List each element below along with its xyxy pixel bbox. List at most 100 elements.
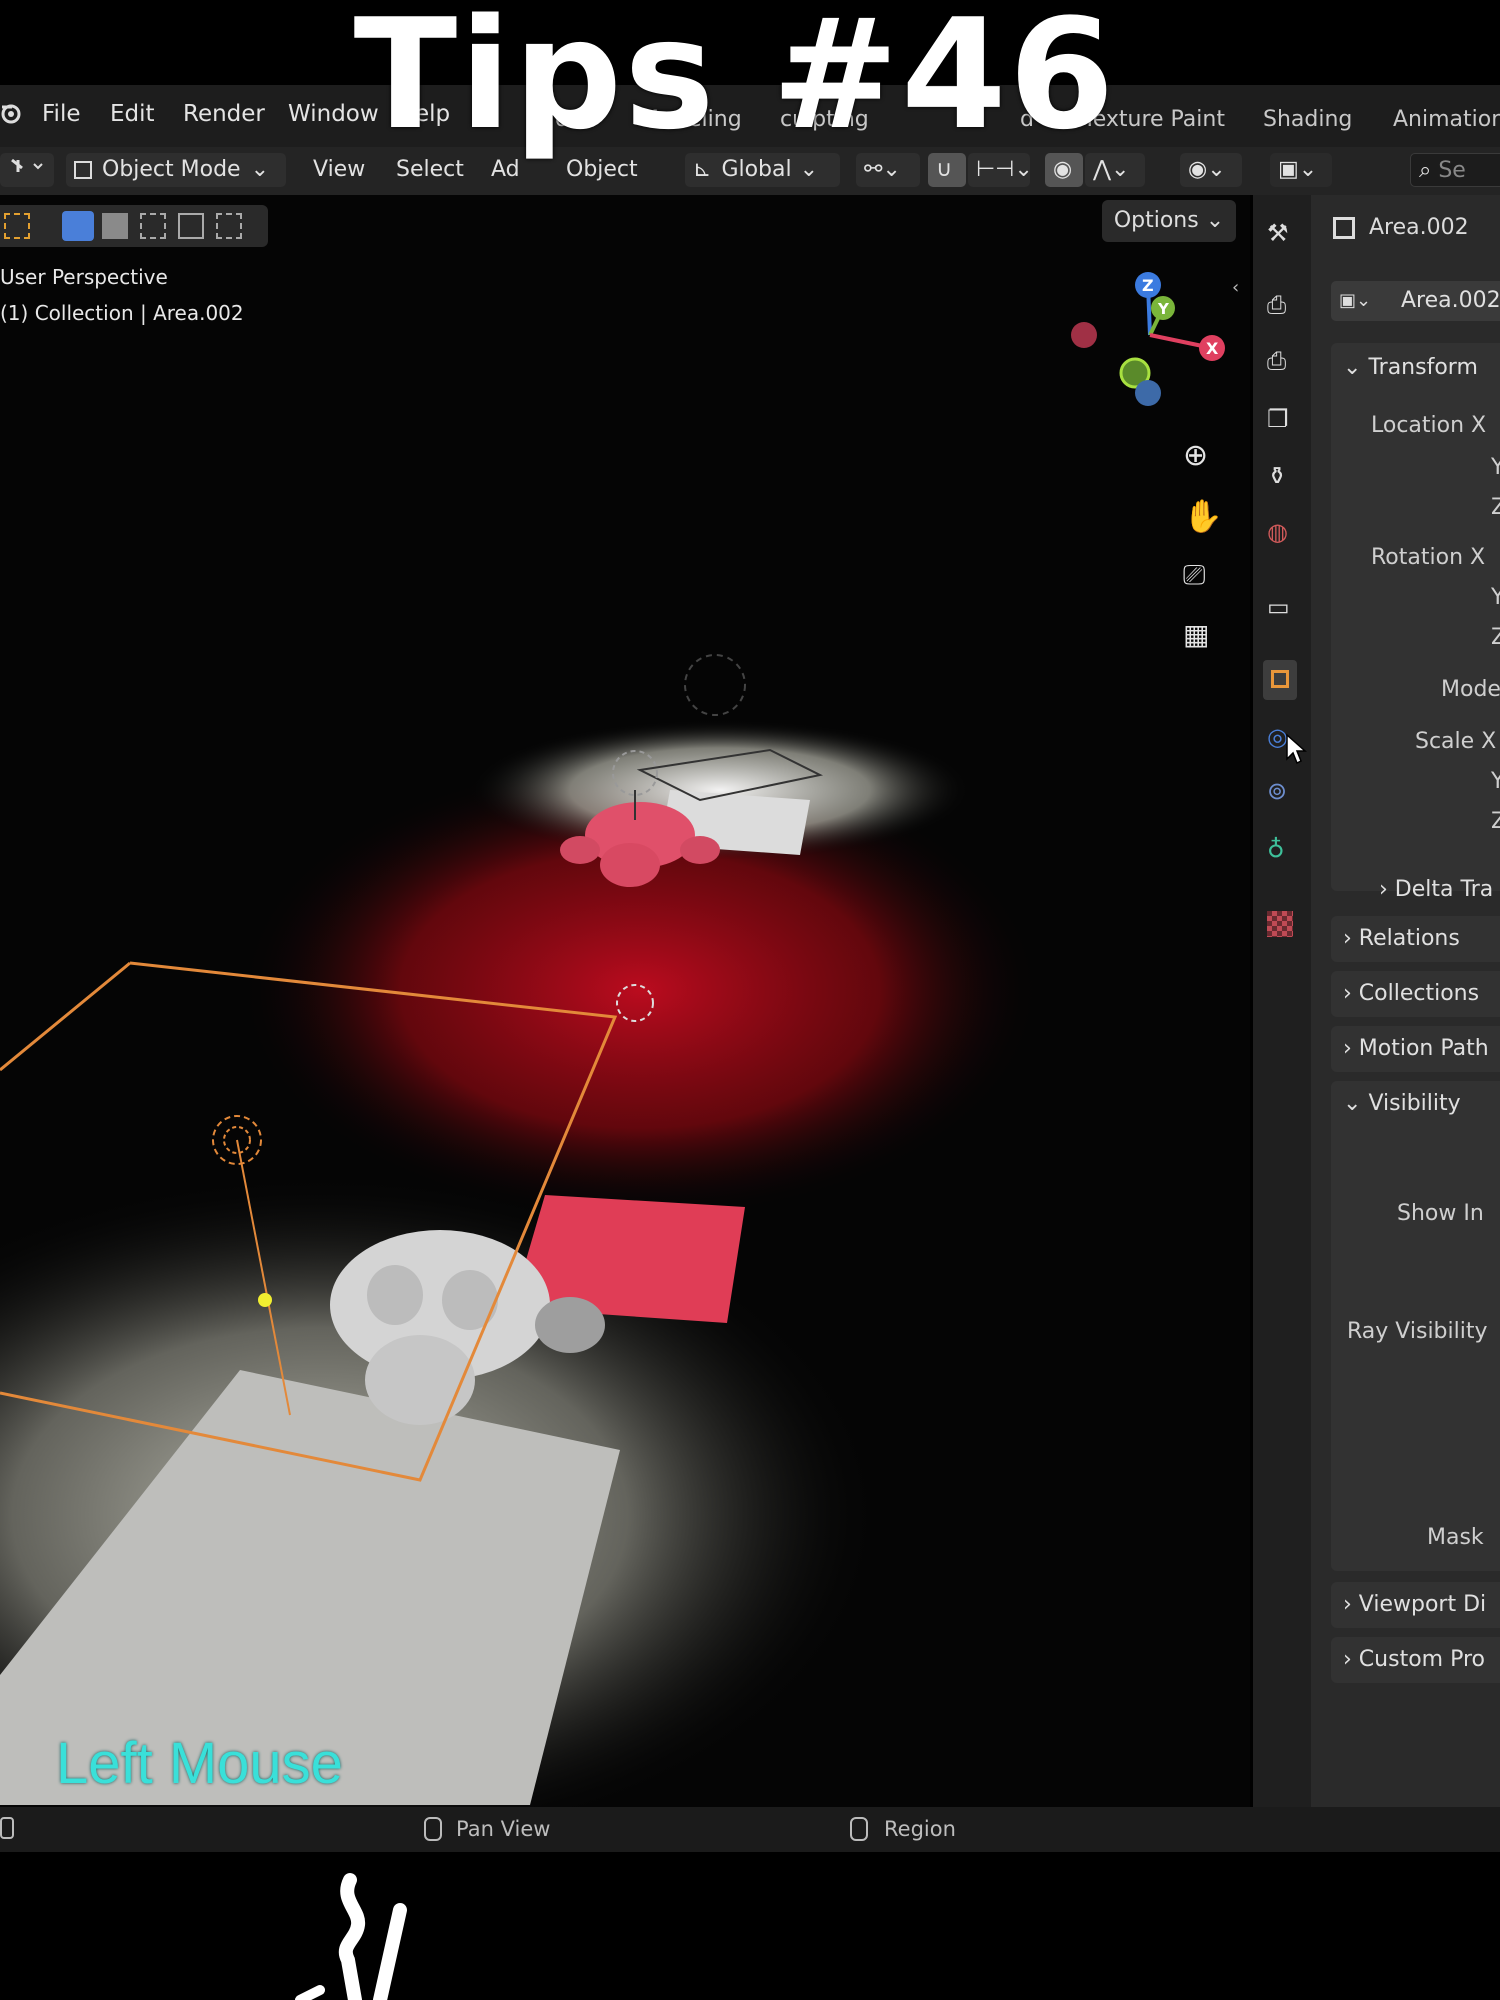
viewport-collection-label: (1) Collection | Area.002 bbox=[0, 301, 244, 325]
white-suzanne-ear bbox=[535, 1297, 605, 1353]
object-properties-tab[interactable] bbox=[1263, 660, 1297, 700]
mode-label: Object Mode bbox=[102, 157, 241, 182]
visibility-dropdown[interactable]: ◉⌄ bbox=[1180, 153, 1242, 187]
white-suzanne-chin bbox=[365, 1335, 475, 1425]
collection-icon[interactable]: ▭ bbox=[1267, 593, 1297, 623]
gizmo-y-label: Y bbox=[1157, 300, 1170, 318]
relations-label: Relations bbox=[1358, 926, 1460, 951]
pan-view-hint: Pan View bbox=[456, 1817, 551, 1841]
toggle-icon: ▣⌄ bbox=[1278, 157, 1318, 182]
gizmo-x-label: X bbox=[1206, 339, 1219, 358]
select-tool-bar bbox=[0, 205, 268, 247]
properties-editor: Area.002 ▣⌄ Area.002 ⌄ Transform Locatio… bbox=[1311, 195, 1500, 1807]
chevron-down-icon: ⌄ bbox=[250, 157, 270, 182]
mode-dropdown[interactable]: Object Mode ⌄ bbox=[66, 153, 286, 187]
delta-transform-label: Delta Tra bbox=[1394, 877, 1494, 902]
visibility-label: Visibility bbox=[1368, 1091, 1461, 1116]
navigation-gizmo[interactable]: Z Y X bbox=[1060, 265, 1240, 415]
world-icon[interactable]: ◍ bbox=[1267, 518, 1297, 548]
object-data-selector[interactable]: ▣⌄ Area.002 bbox=[1331, 281, 1500, 321]
motion-paths-panel[interactable]: › Motion Path bbox=[1331, 1026, 1500, 1072]
gizmo-z-label: Z bbox=[1142, 276, 1154, 295]
scale-x-label: Scale X bbox=[1415, 729, 1497, 754]
visibility-header[interactable]: ⌄ Visibility bbox=[1343, 1091, 1461, 1116]
sidebar-toggle-icon[interactable]: ‹ bbox=[1232, 277, 1239, 298]
object-name[interactable]: Area.002 bbox=[1369, 215, 1469, 240]
chevron-right-icon: › bbox=[1379, 877, 1395, 902]
chevron-down-icon: ⌄ bbox=[1343, 1091, 1369, 1116]
view-layer-icon[interactable]: ❐ bbox=[1267, 405, 1297, 435]
select-intersect-icon[interactable] bbox=[216, 213, 242, 239]
delta-transform-subpanel[interactable]: › Delta Tra bbox=[1379, 877, 1493, 902]
area-light-edge bbox=[0, 961, 131, 1072]
chevron-right-icon: › bbox=[1343, 926, 1359, 951]
chevron-right-icon: › bbox=[1343, 1036, 1359, 1061]
white-suzanne-eye-left bbox=[367, 1265, 423, 1325]
zoom-icon[interactable]: ⊕ bbox=[1183, 438, 1208, 473]
rotation-x-label: Rotation X bbox=[1371, 545, 1486, 570]
display-mode-dropdown[interactable]: ▣⌄ bbox=[1270, 153, 1332, 187]
cursor-tool-icon[interactable] bbox=[4, 213, 30, 239]
viewport-display-panel[interactable]: › Viewport Di bbox=[1331, 1582, 1500, 1628]
physics-icon[interactable]: ⊚ bbox=[1267, 777, 1297, 807]
light-data-icon[interactable]: ♁ bbox=[1267, 835, 1297, 865]
white-suzanne-eye-right bbox=[442, 1270, 498, 1330]
data-type-dropdown-icon[interactable]: ▣⌄ bbox=[1339, 290, 1371, 311]
select-subtract-icon[interactable] bbox=[140, 213, 166, 239]
properties-tab-column: ⚒ ⎙ ⎙ ❐ ⚱ ◍ ▭ ◎ ⊚ ♁ bbox=[1253, 195, 1311, 1807]
object-name-row: Area.002 bbox=[1333, 215, 1469, 240]
light-handle[interactable] bbox=[258, 1293, 272, 1307]
location-y-label: Y bbox=[1491, 455, 1500, 480]
collections-label: Collections bbox=[1358, 981, 1480, 1006]
location-z-label: Z bbox=[1491, 495, 1500, 520]
right-mouse-icon bbox=[850, 1817, 868, 1841]
top-light-icon bbox=[684, 654, 746, 716]
location-x-label: Location X bbox=[1371, 413, 1487, 438]
options-dropdown[interactable]: Options ⌄ bbox=[1102, 200, 1236, 242]
gizmo-neg-z[interactable] bbox=[1135, 380, 1161, 406]
collections-panel[interactable]: › Collections bbox=[1331, 971, 1500, 1017]
red-suzanne-ear-left bbox=[560, 836, 600, 864]
search-field[interactable]: ⌕ Se bbox=[1410, 153, 1500, 187]
eye-icon: ◉⌄ bbox=[1188, 157, 1226, 182]
viewport-perspective-label: User Perspective bbox=[0, 265, 168, 289]
rotation-z-label: Z bbox=[1491, 625, 1500, 650]
object-type-icon bbox=[1333, 217, 1355, 239]
pan-hand-icon[interactable]: ✋ bbox=[1183, 497, 1223, 535]
relations-panel[interactable]: › Relations bbox=[1331, 916, 1500, 962]
camera-view-icon[interactable]: ⎚ bbox=[1183, 558, 1205, 592]
object-icon bbox=[1271, 670, 1289, 688]
red-suzanne-chin bbox=[600, 843, 660, 887]
scale-y-label: Y bbox=[1491, 769, 1500, 794]
mouse-cursor-icon bbox=[1286, 733, 1307, 765]
select-invert-icon[interactable] bbox=[178, 213, 204, 239]
object-mode-icon bbox=[74, 161, 92, 179]
search-placeholder: Se bbox=[1438, 158, 1466, 183]
ray-visibility-label: Ray Visibility bbox=[1347, 1319, 1488, 1344]
ortho-grid-icon[interactable]: ▦ bbox=[1183, 618, 1209, 651]
left-mouse-icon bbox=[0, 1817, 14, 1839]
custom-properties-label: Custom Pro bbox=[1358, 1647, 1485, 1672]
select-new-icon[interactable] bbox=[62, 211, 94, 241]
3d-viewport[interactable]: Options ⌄ User Perspective (1) Collectio… bbox=[0, 195, 1250, 1807]
transform-label: Transform bbox=[1368, 355, 1478, 380]
key-overlay-left-mouse: Left Mouse bbox=[56, 1731, 343, 1796]
editor-type-dropdown[interactable] bbox=[0, 153, 54, 187]
chevron-right-icon: › bbox=[1343, 1647, 1359, 1672]
texture-icon[interactable] bbox=[1267, 911, 1293, 937]
transform-header[interactable]: ⌄ Transform bbox=[1343, 355, 1478, 380]
region-hint: Region bbox=[884, 1817, 956, 1841]
status-bar: Pan View Region bbox=[0, 1807, 1500, 1852]
gizmo-neg-x[interactable] bbox=[1071, 322, 1097, 348]
custom-properties-panel[interactable]: › Custom Pro bbox=[1331, 1637, 1500, 1683]
chevron-down-icon: ⌄ bbox=[1343, 355, 1369, 380]
select-extend-icon[interactable] bbox=[102, 213, 128, 239]
mask-label: Mask bbox=[1427, 1525, 1484, 1550]
tool-icon[interactable]: ⚒ bbox=[1267, 219, 1297, 249]
red-suzanne-ear-right bbox=[680, 836, 720, 864]
output-icon[interactable]: ⎙ bbox=[1267, 347, 1297, 377]
scene-icon[interactable]: ⚱ bbox=[1267, 462, 1297, 492]
chevron-right-icon: › bbox=[1343, 1592, 1359, 1617]
object-data-name[interactable]: Area.002 bbox=[1401, 288, 1500, 313]
render-icon[interactable]: ⎙ bbox=[1267, 291, 1297, 321]
